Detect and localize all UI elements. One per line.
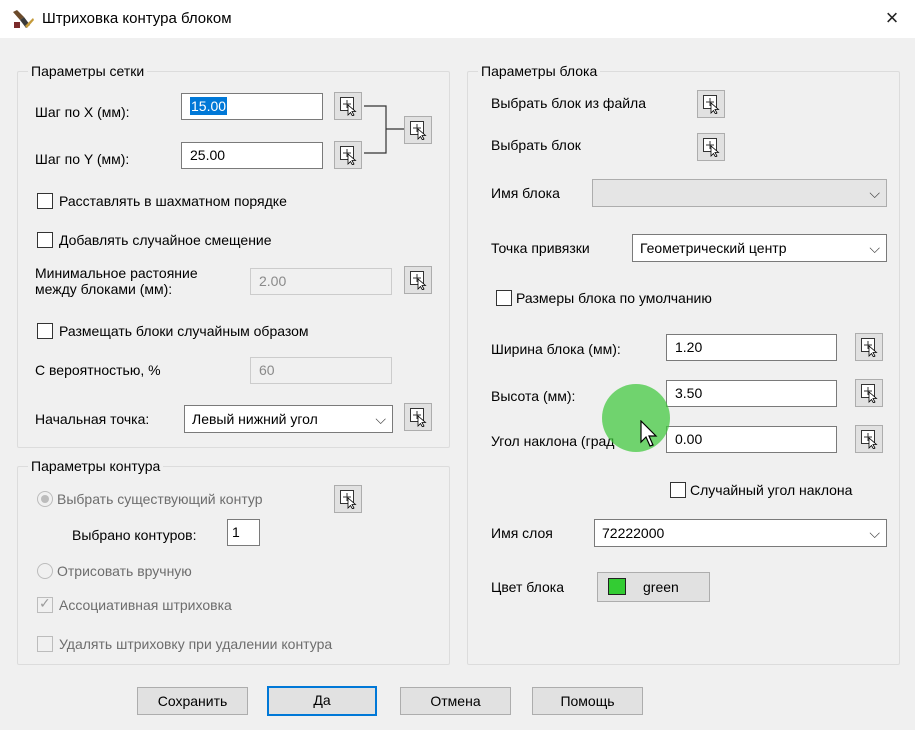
anchor-label: Точка привязки: [491, 240, 590, 256]
random-offset-checkbox[interactable]: [37, 232, 53, 248]
pick-angle-button[interactable]: [855, 425, 883, 453]
pick-cursor-icon: [861, 338, 878, 357]
pick-cursor-icon: [703, 138, 720, 157]
checker-label: Расставлять в шахматном порядке: [59, 193, 287, 209]
step-y-input[interactable]: 25.00: [181, 142, 323, 169]
draw-manual-label: Отрисовать вручную: [57, 563, 192, 579]
step-y-label: Шаг по Y (мм):: [35, 151, 130, 167]
layer-label: Имя слоя: [491, 525, 553, 541]
chevron-down-icon: ⌵: [869, 525, 880, 541]
link-bracket: [364, 105, 404, 154]
title-bar: Штриховка контура блоком ×: [0, 0, 915, 38]
angle-input[interactable]: 0.00: [666, 426, 837, 453]
start-point-value: Левый нижний угол: [192, 411, 318, 427]
block-name-dropdown[interactable]: ⌵: [592, 179, 887, 207]
color-value: green: [643, 579, 679, 595]
block-params-title: Параметры блока: [478, 63, 601, 80]
ok-button[interactable]: Да: [267, 686, 377, 716]
default-size-label: Размеры блока по умолчанию: [516, 290, 712, 306]
delete-hatch-checkbox[interactable]: [37, 636, 53, 652]
pick-cursor-icon: [340, 490, 357, 509]
window-title: Штриховка контура блоком: [42, 10, 232, 27]
probability-label: С вероятностью, %: [35, 362, 161, 378]
color-swatch: [608, 578, 626, 595]
select-existing-radio[interactable]: [37, 491, 53, 507]
selected-count-input[interactable]: 1: [227, 519, 260, 546]
pick-start-point-button[interactable]: [404, 403, 432, 431]
random-place-label: Размещать блоки случайным образом: [59, 323, 309, 339]
pick-contour-button[interactable]: [334, 485, 362, 513]
anchor-value: Геометрический центр: [640, 240, 787, 256]
layer-value: 72222000: [602, 525, 665, 541]
pick-step-x-button[interactable]: [334, 92, 362, 120]
color-button[interactable]: green: [597, 572, 710, 602]
checker-checkbox[interactable]: [37, 193, 53, 209]
hatch-dialog: Штриховка контура блоком × Параметры сет…: [0, 0, 915, 730]
start-point-label: Начальная точка:: [35, 411, 150, 427]
pick-cursor-icon: [861, 430, 878, 449]
step-x-input[interactable]: 15.00: [181, 93, 323, 120]
cancel-button[interactable]: Отмена: [400, 687, 511, 715]
contour-params-title: Параметры контура: [28, 458, 164, 475]
chevron-down-icon: ⌵: [375, 411, 386, 427]
select-from-file-label: Выбрать блок из файла: [491, 95, 647, 111]
width-input[interactable]: 1.20: [666, 334, 837, 361]
pick-cursor-icon: [410, 121, 427, 140]
select-block-button[interactable]: [697, 133, 725, 161]
pick-cursor-icon: [410, 271, 427, 290]
random-place-checkbox[interactable]: [37, 323, 53, 339]
chevron-down-icon: ⌵: [869, 185, 880, 201]
pick-height-button[interactable]: [855, 379, 883, 407]
default-size-checkbox[interactable]: [496, 290, 512, 306]
height-input[interactable]: 3.50: [666, 380, 837, 407]
close-button[interactable]: ×: [875, 2, 909, 34]
min-distance-input[interactable]: 2.00: [250, 268, 392, 295]
random-offset-label: Добавлять случайное смещение: [59, 232, 272, 248]
mouse-cursor-icon: [640, 420, 658, 447]
random-angle-label: Случайный угол наклона: [690, 482, 853, 498]
associative-label: Ассоциативная штриховка: [59, 597, 232, 613]
associative-checkbox[interactable]: [37, 595, 53, 613]
anchor-dropdown[interactable]: Геометрический центр ⌵: [632, 234, 887, 262]
width-label: Ширина блока (мм):: [491, 341, 621, 357]
start-point-dropdown[interactable]: Левый нижний угол ⌵: [184, 405, 393, 433]
pick-cursor-icon: [861, 384, 878, 403]
draw-manual-radio[interactable]: [37, 563, 53, 579]
pick-cursor-icon: [703, 95, 720, 114]
pick-cursor-icon: [340, 146, 357, 165]
random-angle-checkbox[interactable]: [670, 482, 686, 498]
angle-label: Угол наклона (град: [491, 433, 615, 449]
color-label: Цвет блока: [491, 579, 564, 595]
select-from-file-button[interactable]: [697, 90, 725, 118]
select-existing-label: Выбрать существующий контур: [57, 491, 263, 507]
pick-min-distance-button[interactable]: [404, 266, 432, 294]
step-x-label: Шаг по X (мм):: [35, 104, 130, 120]
probability-input[interactable]: 60: [250, 357, 392, 384]
selected-count-label: Выбрано контуров:: [72, 527, 197, 543]
pick-step-y-button[interactable]: [334, 141, 362, 169]
delete-hatch-label: Удалять штриховку при удалении контура: [59, 636, 333, 652]
save-button[interactable]: Сохранить: [137, 687, 248, 715]
pick-cursor-icon: [410, 408, 427, 427]
pick-width-button[interactable]: [855, 333, 883, 361]
help-button[interactable]: Помощь: [532, 687, 643, 715]
block-name-label: Имя блока: [491, 185, 560, 201]
pick-both-steps-button[interactable]: [404, 116, 432, 144]
min-distance-label: Минимальное растояние между блоками (мм)…: [35, 265, 198, 297]
grid-params-title: Параметры сетки: [28, 63, 148, 80]
pick-cursor-icon: [340, 97, 357, 116]
select-block-label: Выбрать блок: [491, 137, 581, 153]
chevron-down-icon: ⌵: [869, 240, 880, 256]
hatch-brush-icon: [13, 10, 34, 28]
layer-dropdown[interactable]: 72222000 ⌵: [594, 519, 887, 547]
height-label: Высота (мм):: [491, 388, 576, 404]
